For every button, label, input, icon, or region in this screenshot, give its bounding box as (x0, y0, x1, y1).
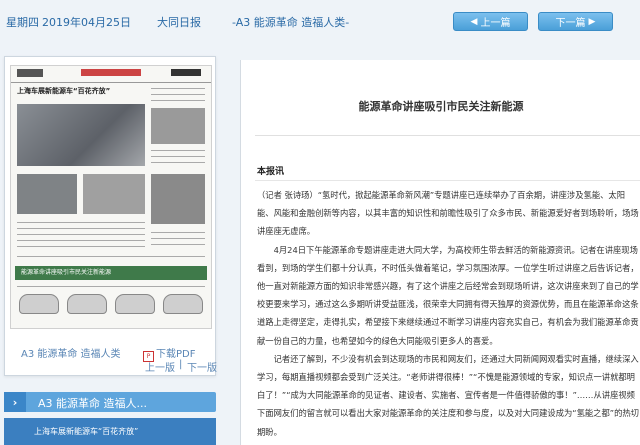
article-paragraph: 4月24日下午能源革命专题讲座走进大同大学，为高校师生带去鲜活的新能源资讯。记者… (257, 244, 639, 346)
thumbnail-photo-3 (83, 174, 145, 214)
thumbnail-text-line (17, 240, 145, 241)
article-panel: 能源革命讲座吸引市民关注新能源 本报讯 （记者 张诗玚）“氢时代，掀起能源革命新… (240, 60, 640, 445)
issue-date: 2019年04月25日 (42, 16, 131, 29)
thumbnail-text-line (17, 228, 145, 229)
thumbnail-logo (17, 69, 43, 77)
section-header[interactable]: › A3 能源革命 造福人... (4, 392, 216, 412)
subtitle-divider (255, 180, 640, 181)
thumbnail-text-line (151, 244, 205, 245)
thumbnail-text-line (17, 234, 145, 235)
next-page-link[interactable]: 下一版 (187, 359, 217, 374)
thumbnail-text-line (151, 150, 205, 151)
thumbnail-text-line (17, 286, 205, 287)
thumbnail-text-line (151, 162, 205, 163)
thumbnail-photo-main (17, 104, 145, 166)
thumbnail-text-line (151, 232, 205, 233)
thumbnail-car-image (67, 294, 107, 314)
page-thumbnail[interactable]: 上海车展新能源车“百花齐放” 能源革命讲座吸引市民关注新能源 (10, 65, 212, 329)
page-link-separator: | (179, 359, 183, 370)
thumbnail-text-line (151, 88, 205, 89)
section-title: A3 能源革命 造福人... (38, 397, 148, 410)
article-body: （记者 张诗玚）“氢时代，掀起能源革命新风潮”专题讲座已连续举办了百余期，讲座涉… (257, 186, 640, 441)
thumbnail-text-line (151, 94, 205, 95)
article-title: 能源革命讲座吸引市民关注新能源 (358, 100, 524, 113)
section-name: -A3 能源革命 造福人类- (232, 16, 350, 29)
paper-name: 大同日报 (157, 16, 201, 29)
prev-page-link[interactable]: 上一版 (145, 359, 175, 374)
page-label[interactable]: A3 能源革命 造福人类 (21, 345, 121, 360)
chevron-right-icon: › (4, 392, 26, 412)
top-bar: 星期四 2019年04月25日 大同日报 -A3 能源革命 造福人类- ◀ 上一… (0, 0, 640, 42)
thumbnail-car-image (19, 294, 59, 314)
thumbnail-text-line (151, 238, 205, 239)
thumbnail-photo-side (151, 108, 205, 144)
thumbnail-section-banner (81, 69, 141, 76)
article-paragraph: 记者还了解到，不少没有机会到达现场的市民和网友们，还通过大同新闻网观看实时直播，… (257, 353, 639, 437)
section-article-item[interactable]: 上海车展新能源车“百花齐放” (34, 426, 138, 437)
page-thumbnail-card: 上海车展新能源车“百花齐放” 能源革命讲座吸引市民关注新能源 A3 能源革命 造… (4, 56, 217, 376)
weekday: 星期四 (6, 16, 39, 29)
thumbnail-date-block (171, 69, 201, 76)
article-subtitle: 本报讯 (257, 167, 285, 177)
thumbnail-text-line (151, 156, 205, 157)
thumbnail-article-strip: 能源革命讲座吸引市民关注新能源 (15, 266, 207, 280)
section-article-list: 上海车展新能源车“百花齐放” (4, 418, 216, 445)
thumbnail-text-line (151, 100, 205, 101)
next-article-button[interactable]: 下一篇 ▶ (538, 12, 613, 31)
thumbnail-photo-4 (151, 174, 205, 224)
thumbnail-car-image (115, 294, 155, 314)
thumbnail-text-line (17, 256, 205, 257)
next-article-label: 下一篇 (555, 18, 586, 29)
thumbnail-masthead (11, 66, 211, 83)
prev-article-button[interactable]: ◀ 上一篇 (453, 12, 528, 31)
thumbnail-headline: 上海车展新能源车“百花齐放” (17, 87, 111, 95)
thumbnail-car-image (163, 294, 203, 314)
article-paragraph: （记者 张诗玚）“氢时代，掀起能源革命新风潮”专题讲座已连续举办了百余期，讲座涉… (257, 190, 639, 237)
thumbnail-text-line (17, 246, 145, 247)
prev-article-label: 上一篇 (480, 18, 511, 29)
thumbnail-photo-2 (17, 174, 77, 214)
arrow-left-icon: ◀ (470, 16, 478, 27)
title-divider (255, 135, 640, 136)
thumbnail-text-line (17, 222, 145, 223)
arrow-right-icon: ▶ (588, 16, 596, 27)
